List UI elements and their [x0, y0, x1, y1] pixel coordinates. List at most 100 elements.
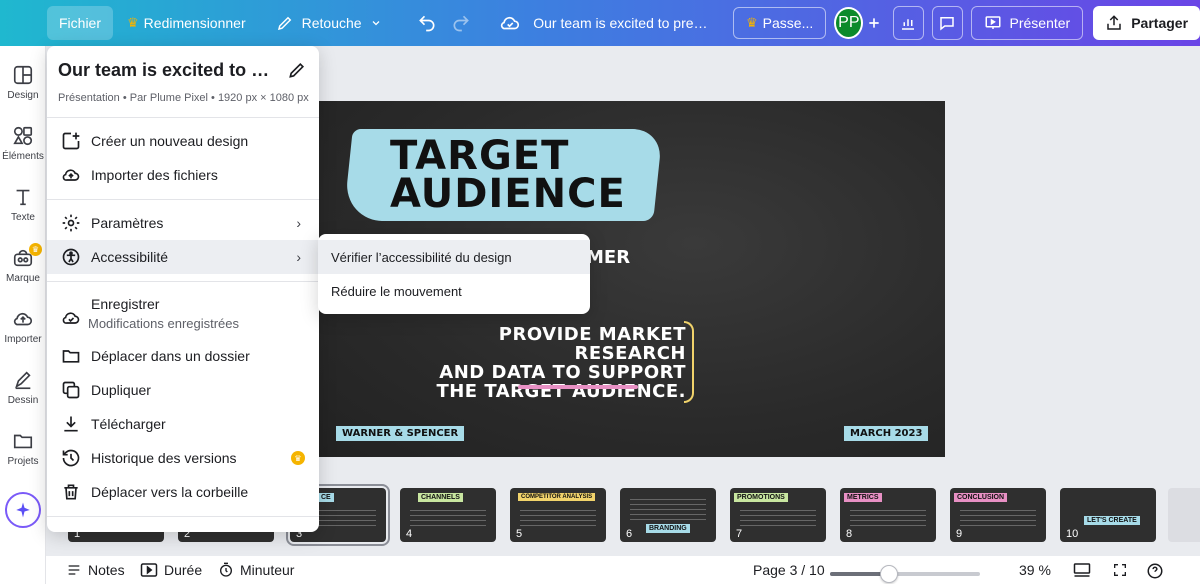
thumbnail-number: 6	[626, 528, 633, 540]
slide-title[interactable]: TARGET AUDIENCE	[390, 136, 626, 214]
sidebar-item-text[interactable]: Texte	[0, 186, 46, 223]
menu-item-label: Importer des fichiers	[91, 167, 218, 183]
duplicate-icon	[62, 381, 80, 399]
thumbnail-label: LET'S CREATE	[1084, 516, 1140, 525]
submenu-item-check-accessibility[interactable]: Vérifier l’accessibilité du design	[318, 240, 590, 274]
sidebar-item-draw[interactable]: Dessin	[0, 369, 46, 406]
sidebar-item-design[interactable]: Design	[0, 64, 46, 101]
file-menu-button[interactable]: Fichier	[47, 6, 114, 40]
menu-item-trash[interactable]: Déplacer vers la corbeille	[47, 475, 319, 509]
thumbnail-8[interactable]: METRICS 8	[840, 488, 936, 542]
bar-chart-icon	[902, 19, 915, 30]
menu-divider	[47, 281, 319, 282]
thumbnail-4[interactable]: CHANNELS 4	[400, 488, 496, 542]
sidebar-item-label: Design	[7, 90, 39, 101]
document-title[interactable]: Our team is excited to present ...	[533, 15, 713, 31]
resize-button[interactable]: ♛ Redimensionner	[115, 6, 258, 40]
sidebar-item-projects[interactable]: Projets	[0, 430, 46, 467]
menu-item-save[interactable]: Enregistrer Modifications enregistrées	[47, 290, 319, 342]
slide-partial-text[interactable]: MER	[586, 247, 630, 268]
submenu-item-reduce-motion[interactable]: Réduire le mouvement	[318, 274, 590, 308]
magic-assistant-button[interactable]	[5, 492, 41, 528]
sidebar-item-label: Projets	[7, 456, 39, 467]
menu-divider	[47, 199, 319, 200]
fullscreen-icon	[1114, 564, 1126, 576]
insights-button[interactable]	[892, 6, 924, 40]
avatar[interactable]: PP	[834, 7, 864, 39]
slide-footer-left[interactable]: WARNER & SPENCER	[336, 426, 465, 441]
resize-label: Redimensionner	[143, 15, 246, 31]
menu-item-label: Télécharger	[91, 416, 166, 432]
menu-item-download[interactable]: Télécharger	[47, 407, 319, 441]
add-page-button[interactable]	[1168, 488, 1200, 542]
thumbnail-9[interactable]: CONCLUSION 9	[950, 488, 1046, 542]
timer-button[interactable]: Minuteur	[218, 562, 294, 578]
thumbnail-content	[850, 508, 926, 526]
help-icon	[1147, 563, 1163, 579]
gear-icon	[62, 214, 80, 232]
crown-icon: ♛	[746, 15, 758, 30]
zoom-slider-handle[interactable]	[879, 565, 898, 583]
menu-item-accessibility[interactable]: Accessibilité ›	[47, 240, 319, 274]
upload-icon	[13, 312, 33, 326]
fullscreen-button[interactable]	[1112, 562, 1128, 578]
menu-divider	[47, 117, 319, 118]
thumbnail-5[interactable]: COMPETITOR ANALYSIS 5	[510, 488, 606, 542]
undo-button[interactable]	[412, 6, 443, 40]
shapes-icon	[13, 126, 33, 146]
duration-label: Durée	[164, 562, 203, 578]
cloud-save-button[interactable]	[495, 6, 526, 40]
slide-body-line: PROVIDE MARKET RESEARCH	[498, 324, 686, 364]
chevron-right-icon: ›	[296, 215, 301, 231]
thumbnail-label: PROMOTIONS	[734, 493, 788, 502]
menu-item-duplicate[interactable]: Dupliquer	[47, 373, 319, 407]
slide-footer-right[interactable]: MARCH 2023	[844, 426, 929, 441]
thumbnail-6[interactable]: BRANDING 6	[620, 488, 716, 542]
sparkle-icon	[16, 502, 30, 518]
zoom-level[interactable]: 39 %	[1019, 562, 1051, 578]
duration-button[interactable]: Durée	[140, 562, 202, 578]
menu-document-title[interactable]: Our team is excited to present ...	[58, 60, 278, 81]
help-button[interactable]	[1146, 562, 1164, 580]
menu-item-new-design[interactable]: Créer un nouveau design	[47, 124, 319, 158]
save-status: Modifications enregistrées	[88, 316, 240, 331]
accessibility-submenu: Vérifier l’accessibilité du design Rédui…	[318, 234, 590, 314]
menu-item-move-folder[interactable]: Déplacer dans un dossier	[47, 339, 319, 373]
sidebar-item-elements[interactable]: Éléments	[0, 125, 46, 162]
thumbnail-10[interactable]: LET'S CREATE 10	[1060, 488, 1156, 542]
menu-item-label: Paramètres	[91, 215, 164, 231]
sidebar-item-upload[interactable]: Importer	[0, 308, 46, 345]
magic-pencil-icon	[277, 16, 291, 31]
thumbnail-content	[520, 508, 596, 526]
redo-button[interactable]	[446, 6, 477, 40]
accessibility-icon	[62, 248, 80, 266]
redo-icon	[453, 15, 470, 32]
thumbnail-number: 4	[406, 528, 413, 540]
menu-item-label: Créer un nouveau design	[91, 133, 249, 149]
comment-button[interactable]	[931, 6, 963, 40]
present-button[interactable]: Présenter	[970, 6, 1084, 40]
add-collaborator-button[interactable]	[863, 6, 885, 40]
thumbnail-7[interactable]: PROMOTIONS 7	[730, 488, 826, 542]
sidebar-item-label: Marque	[6, 273, 40, 284]
cloud-check-icon	[62, 312, 80, 324]
share-button[interactable]: Partager	[1093, 6, 1200, 40]
notes-label: Notes	[88, 562, 125, 578]
pencil-icon[interactable]	[287, 60, 307, 80]
retouch-button[interactable]: Retouche	[264, 6, 394, 40]
premium-crown-icon: ♛	[29, 243, 42, 256]
upgrade-button[interactable]: ♛ Passe...	[733, 7, 827, 39]
bottom-bar: Notes Durée Minuteur Page 3 / 10 39 %	[46, 556, 1200, 584]
present-label: Présenter	[1009, 15, 1071, 31]
menu-item-settings[interactable]: Paramètres ›	[47, 206, 319, 240]
menu-item-version-history[interactable]: Historique des versions ♛	[47, 441, 319, 475]
page-indicator[interactable]: Page 3 / 10	[753, 562, 825, 578]
thumbnail-label: BRANDING	[646, 524, 690, 533]
menu-item-import-files[interactable]: Importer des fichiers	[47, 158, 319, 192]
grid-view-button[interactable]	[1073, 562, 1091, 578]
sidebar-item-brand[interactable]: ♛ Marque	[0, 243, 46, 284]
notes-button[interactable]: Notes	[66, 562, 125, 578]
slide-body-text[interactable]: PROVIDE MARKET RESEARCH AND DATA TO SUPP…	[406, 325, 686, 401]
zoom-slider[interactable]	[830, 565, 980, 583]
play-icon	[140, 563, 158, 577]
